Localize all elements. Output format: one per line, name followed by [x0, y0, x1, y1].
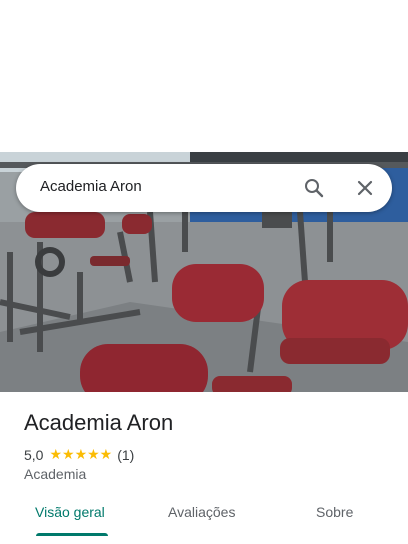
place-info-panel: Academia Aron 5,0 ★★★★★ (1) Academia Vis…	[0, 392, 408, 544]
rating-row[interactable]: 5,0 ★★★★★ (1)	[24, 446, 134, 463]
tab-about[interactable]: Sobre	[316, 504, 353, 520]
active-tab-indicator	[36, 533, 108, 536]
star-rating-icons: ★★★★★	[49, 446, 113, 462]
tab-reviews[interactable]: Avaliações	[168, 504, 235, 520]
search-bar[interactable]: Academia Aron	[16, 164, 392, 212]
rating-value: 5,0	[24, 446, 44, 463]
blank-header-area	[0, 0, 408, 152]
place-category[interactable]: Academia	[24, 466, 86, 482]
close-icon[interactable]	[353, 176, 377, 200]
search-input[interactable]: Academia Aron	[40, 178, 142, 195]
place-title: Academia Aron	[24, 410, 174, 435]
tab-bar: Visão geral Avaliações Sobre	[0, 496, 408, 536]
tab-overview[interactable]: Visão geral	[35, 504, 105, 520]
review-count[interactable]: (1)	[117, 447, 134, 463]
search-icon[interactable]	[302, 176, 326, 200]
